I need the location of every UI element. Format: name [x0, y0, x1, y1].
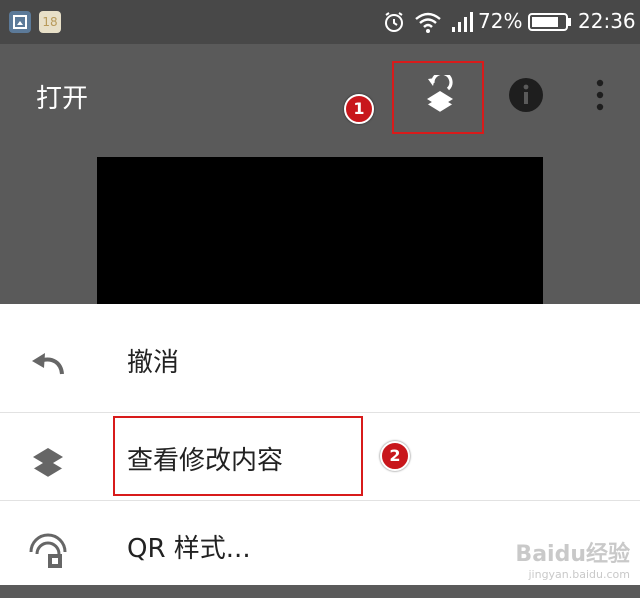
screenshot-notification-icon	[9, 11, 31, 33]
alarm-icon	[385, 12, 403, 32]
battery-icon	[528, 13, 571, 31]
page-title: 打开	[36, 84, 89, 114]
menu-item-label: 撤消	[127, 348, 180, 378]
more-options-icon[interactable]	[592, 77, 608, 113]
watermark: Baidu经验 jingyan.baidu.com	[515, 536, 630, 581]
status-bar: 18 72% 22:36	[0, 0, 640, 44]
watermark-brand: Baidu经验	[515, 542, 630, 567]
image-preview	[97, 157, 543, 305]
battery-percent: 72%	[478, 9, 523, 33]
calendar-badge-number: 18	[42, 15, 58, 29]
cell-signal-icon	[452, 12, 473, 32]
callout-box-2	[113, 416, 363, 496]
layers-icon	[32, 448, 64, 480]
menu-item-label: QR 样式...	[127, 534, 251, 564]
wifi-icon	[415, 12, 441, 33]
callout-box-1	[392, 61, 484, 134]
step-marker-2: 2	[380, 441, 410, 471]
clock: 22:36	[578, 9, 636, 33]
calendar-notification-icon: 18	[39, 11, 61, 33]
watermark-url: jingyan.baidu.com	[528, 568, 630, 581]
info-icon[interactable]	[508, 77, 544, 113]
step-marker-1: 1	[344, 94, 374, 124]
menu-item-undo[interactable]: 撤消	[0, 314, 640, 412]
undo-icon	[32, 353, 64, 375]
qr-style-icon	[29, 533, 67, 568]
app-bar: 打开	[0, 44, 640, 148]
